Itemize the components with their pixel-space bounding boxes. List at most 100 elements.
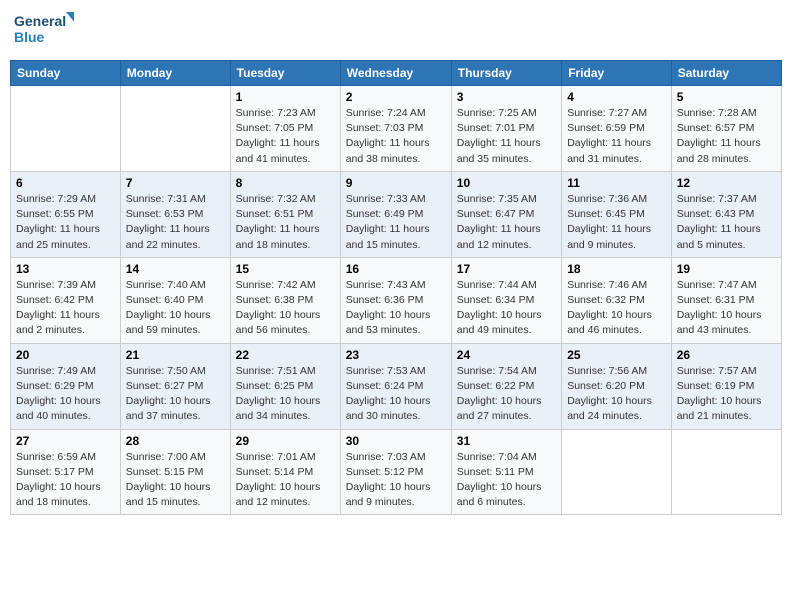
calendar-cell: 12Sunrise: 7:37 AM Sunset: 6:43 PM Dayli… xyxy=(671,171,781,257)
calendar-cell: 28Sunrise: 7:00 AM Sunset: 5:15 PM Dayli… xyxy=(120,429,230,515)
calendar-cell: 14 Sunrise: 7:40 AM Sunset: 6:40 PM Dayli… xyxy=(120,257,230,343)
calendar-cell: 1 Sunrise: 7:23 AM Sunset: 7:05 PM Daylig… xyxy=(230,86,340,172)
day-number: 13 xyxy=(16,262,115,276)
day-number: 10 xyxy=(457,176,556,190)
calendar-week-row: 1 Sunrise: 7:23 AM Sunset: 7:05 PM Daylig… xyxy=(11,86,782,172)
svg-text:Blue: Blue xyxy=(14,29,45,45)
calendar-cell: 26Sunrise: 7:57 AM Sunset: 6:19 PM Dayli… xyxy=(671,343,781,429)
day-number: 22 xyxy=(236,348,335,362)
cell-content: Sunrise: 7:36 AM Sunset: 6:45 PM Dayligh… xyxy=(567,192,666,253)
cell-content: Sunrise: 7:40 AM Sunset: 6:40 PM Dayligh… xyxy=(126,278,225,339)
calendar-cell: 11 Sunrise: 7:36 AM Sunset: 6:45 PM Dayli… xyxy=(562,171,672,257)
calendar-cell: 7Sunrise: 7:31 AM Sunset: 6:53 PM Daylig… xyxy=(120,171,230,257)
calendar-cell: 20Sunrise: 7:49 AM Sunset: 6:29 PM Dayli… xyxy=(11,343,121,429)
cell-content: Sunrise: 7:49 AM Sunset: 6:29 PM Dayligh… xyxy=(16,364,115,425)
day-number: 23 xyxy=(346,348,446,362)
weekday-header: Monday xyxy=(120,61,230,86)
day-number: 31 xyxy=(457,434,556,448)
cell-content: Sunrise: 7:57 AM Sunset: 6:19 PM Dayligh… xyxy=(677,364,776,425)
cell-content: Sunrise: 7:32 AM Sunset: 6:51 PM Dayligh… xyxy=(236,192,335,253)
calendar-table: SundayMondayTuesdayWednesdayThursdayFrid… xyxy=(10,60,782,515)
calendar-cell: 13 Sunrise: 7:39 AM Sunset: 6:42 PM Dayli… xyxy=(11,257,121,343)
calendar-cell xyxy=(120,86,230,172)
cell-content: Sunrise: 7:56 AM Sunset: 6:20 PM Dayligh… xyxy=(567,364,666,425)
logo-svg: General Blue xyxy=(14,10,74,52)
cell-content: Sunrise: 7:28 AM Sunset: 6:57 PM Dayligh… xyxy=(677,106,776,167)
cell-content: Sunrise: 7:33 AM Sunset: 6:49 PM Dayligh… xyxy=(346,192,446,253)
calendar-cell: 8 Sunrise: 7:32 AM Sunset: 6:51 PM Daylig… xyxy=(230,171,340,257)
day-number: 5 xyxy=(677,90,776,104)
calendar-cell: 27 Sunrise: 6:59 AM Sunset: 5:17 PM Dayli… xyxy=(11,429,121,515)
calendar-cell xyxy=(11,86,121,172)
calendar-header-row: SundayMondayTuesdayWednesdayThursdayFrid… xyxy=(11,61,782,86)
day-number: 8 xyxy=(236,176,335,190)
calendar-cell: 21Sunrise: 7:50 AM Sunset: 6:27 PM Dayli… xyxy=(120,343,230,429)
svg-text:General: General xyxy=(14,13,66,29)
cell-content: Sunrise: 6:59 AM Sunset: 5:17 PM Dayligh… xyxy=(16,450,115,511)
calendar-cell: 22 Sunrise: 7:51 AM Sunset: 6:25 PM Dayli… xyxy=(230,343,340,429)
weekday-header: Wednesday xyxy=(340,61,451,86)
day-number: 2 xyxy=(346,90,446,104)
calendar-cell: 10 Sunrise: 7:35 AM Sunset: 6:47 PM Dayli… xyxy=(451,171,561,257)
cell-content: Sunrise: 7:01 AM Sunset: 5:14 PM Dayligh… xyxy=(236,450,335,511)
day-number: 11 xyxy=(567,176,666,190)
calendar-cell: 9 Sunrise: 7:33 AM Sunset: 6:49 PM Daylig… xyxy=(340,171,451,257)
calendar-cell: 17 Sunrise: 7:44 AM Sunset: 6:34 PM Dayli… xyxy=(451,257,561,343)
weekday-header: Friday xyxy=(562,61,672,86)
day-number: 30 xyxy=(346,434,446,448)
day-number: 14 xyxy=(126,262,225,276)
day-number: 25 xyxy=(567,348,666,362)
day-number: 24 xyxy=(457,348,556,362)
day-number: 1 xyxy=(236,90,335,104)
cell-content: Sunrise: 7:51 AM Sunset: 6:25 PM Dayligh… xyxy=(236,364,335,425)
calendar-cell: 30Sunrise: 7:03 AM Sunset: 5:12 PM Dayli… xyxy=(340,429,451,515)
cell-content: Sunrise: 7:53 AM Sunset: 6:24 PM Dayligh… xyxy=(346,364,446,425)
calendar-cell: 2 Sunrise: 7:24 AM Sunset: 7:03 PM Daylig… xyxy=(340,86,451,172)
logo: General Blue xyxy=(14,10,74,52)
cell-content: Sunrise: 7:50 AM Sunset: 6:27 PM Dayligh… xyxy=(126,364,225,425)
cell-content: Sunrise: 7:37 AM Sunset: 6:43 PM Dayligh… xyxy=(677,192,776,253)
day-number: 9 xyxy=(346,176,446,190)
calendar-week-row: 13 Sunrise: 7:39 AM Sunset: 6:42 PM Dayli… xyxy=(11,257,782,343)
cell-content: Sunrise: 7:54 AM Sunset: 6:22 PM Dayligh… xyxy=(457,364,556,425)
calendar-cell: 4Sunrise: 7:27 AM Sunset: 6:59 PM Daylig… xyxy=(562,86,672,172)
calendar-cell: 5 Sunrise: 7:28 AM Sunset: 6:57 PM Daylig… xyxy=(671,86,781,172)
cell-content: Sunrise: 7:42 AM Sunset: 6:38 PM Dayligh… xyxy=(236,278,335,339)
cell-content: Sunrise: 7:27 AM Sunset: 6:59 PM Dayligh… xyxy=(567,106,666,167)
cell-content: Sunrise: 7:35 AM Sunset: 6:47 PM Dayligh… xyxy=(457,192,556,253)
calendar-cell: 3 Sunrise: 7:25 AM Sunset: 7:01 PM Daylig… xyxy=(451,86,561,172)
calendar-cell: 25 Sunrise: 7:56 AM Sunset: 6:20 PM Dayli… xyxy=(562,343,672,429)
weekday-header: Tuesday xyxy=(230,61,340,86)
cell-content: Sunrise: 7:24 AM Sunset: 7:03 PM Dayligh… xyxy=(346,106,446,167)
cell-content: Sunrise: 7:46 AM Sunset: 6:32 PM Dayligh… xyxy=(567,278,666,339)
cell-content: Sunrise: 7:04 AM Sunset: 5:11 PM Dayligh… xyxy=(457,450,556,511)
day-number: 29 xyxy=(236,434,335,448)
cell-content: Sunrise: 7:43 AM Sunset: 6:36 PM Dayligh… xyxy=(346,278,446,339)
cell-content: Sunrise: 7:25 AM Sunset: 7:01 PM Dayligh… xyxy=(457,106,556,167)
day-number: 17 xyxy=(457,262,556,276)
cell-content: Sunrise: 7:23 AM Sunset: 7:05 PM Dayligh… xyxy=(236,106,335,167)
weekday-header: Saturday xyxy=(671,61,781,86)
calendar-cell: 23 Sunrise: 7:53 AM Sunset: 6:24 PM Dayli… xyxy=(340,343,451,429)
day-number: 6 xyxy=(16,176,115,190)
weekday-header: Thursday xyxy=(451,61,561,86)
day-number: 27 xyxy=(16,434,115,448)
day-number: 3 xyxy=(457,90,556,104)
calendar-week-row: 27 Sunrise: 6:59 AM Sunset: 5:17 PM Dayli… xyxy=(11,429,782,515)
calendar-cell: 6 Sunrise: 7:29 AM Sunset: 6:55 PM Daylig… xyxy=(11,171,121,257)
day-number: 19 xyxy=(677,262,776,276)
calendar-cell: 15Sunrise: 7:42 AM Sunset: 6:38 PM Dayli… xyxy=(230,257,340,343)
calendar-cell: 19 Sunrise: 7:47 AM Sunset: 6:31 PM Dayli… xyxy=(671,257,781,343)
calendar-cell: 31 Sunrise: 7:04 AM Sunset: 5:11 PM Dayli… xyxy=(451,429,561,515)
day-number: 16 xyxy=(346,262,446,276)
calendar-week-row: 6 Sunrise: 7:29 AM Sunset: 6:55 PM Daylig… xyxy=(11,171,782,257)
calendar-cell xyxy=(671,429,781,515)
calendar-cell xyxy=(562,429,672,515)
day-number: 28 xyxy=(126,434,225,448)
cell-content: Sunrise: 7:39 AM Sunset: 6:42 PM Dayligh… xyxy=(16,278,115,339)
cell-content: Sunrise: 7:29 AM Sunset: 6:55 PM Dayligh… xyxy=(16,192,115,253)
page-header: General Blue xyxy=(10,10,782,52)
cell-content: Sunrise: 7:44 AM Sunset: 6:34 PM Dayligh… xyxy=(457,278,556,339)
cell-content: Sunrise: 7:47 AM Sunset: 6:31 PM Dayligh… xyxy=(677,278,776,339)
calendar-cell: 29 Sunrise: 7:01 AM Sunset: 5:14 PM Dayli… xyxy=(230,429,340,515)
